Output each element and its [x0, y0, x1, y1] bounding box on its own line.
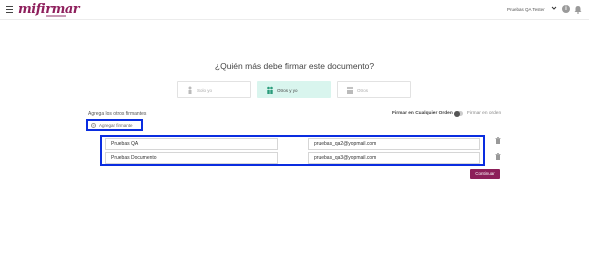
add-signer-button[interactable]: + Agregar firmante	[86, 119, 143, 131]
option-solo-yo[interactable]: Solo yo	[177, 81, 251, 98]
signers-list: Pruebas QA pruebas_qa2@yopmail.com Prueb…	[100, 135, 485, 166]
group-icon	[346, 86, 354, 94]
add-signer-label: Agregar firmante	[99, 123, 133, 128]
sign-any-order-label: Firmar en Cualquier Orden	[392, 111, 453, 116]
info-icon[interactable]: i	[562, 5, 570, 13]
toggle-knob	[454, 110, 460, 117]
signer-name-field[interactable]: Pruebas Documento	[105, 152, 278, 164]
hamburger-icon[interactable]	[6, 6, 13, 13]
sign-order-toggle[interactable]	[454, 110, 463, 117]
option-label: Otros y yo	[277, 88, 298, 93]
people-icon	[267, 86, 273, 94]
option-label: Otros	[357, 88, 369, 93]
user-name[interactable]: Pruebas QA Tester	[507, 7, 545, 12]
signer-email-field[interactable]: pruebas_qa2@yopmail.com	[308, 138, 480, 150]
trash-icon[interactable]	[495, 137, 501, 144]
top-bar: mifirmar Pruebas QA Tester i	[0, 0, 589, 20]
add-signers-label: Agrega los otros firmantes	[88, 111, 147, 117]
person-icon	[188, 86, 192, 94]
trash-icon[interactable]	[495, 153, 501, 160]
plus-circle-icon: +	[91, 122, 96, 128]
chevron-down-icon[interactable]	[551, 5, 557, 11]
option-otros[interactable]: Otros	[337, 81, 411, 98]
sign-in-order-label: Firmar en orden	[467, 111, 502, 116]
signer-name-field[interactable]: Pruebas QA	[105, 138, 278, 150]
bell-icon[interactable]	[574, 5, 582, 14]
logo-underline	[46, 15, 66, 17]
continue-button[interactable]: Continuar	[470, 169, 500, 179]
option-otros-y-yo[interactable]: Otros y yo	[257, 81, 331, 98]
page-title: ¿Quién más debe firmar este documento?	[214, 61, 375, 71]
signer-email-field[interactable]: pruebas_qa3@yopmail.com	[308, 152, 480, 164]
option-label: Solo yo	[197, 88, 213, 93]
